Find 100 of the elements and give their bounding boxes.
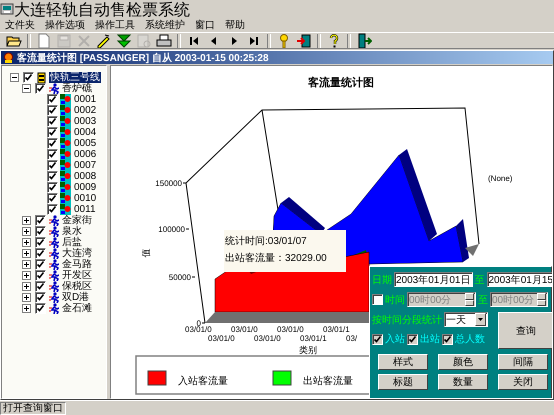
plus-icon[interactable] <box>22 293 31 302</box>
axis-tick-label: 03/01/0 <box>185 325 212 334</box>
menu-item[interactable]: 帮助 <box>221 18 251 32</box>
runner-icon <box>48 270 59 281</box>
tree-item[interactable]: 0001 <box>73 94 98 105</box>
checkbox[interactable] <box>47 160 58 171</box>
tree-item[interactable]: 大连湾 <box>61 248 93 259</box>
checkbox[interactable] <box>442 334 453 344</box>
minus-icon[interactable] <box>10 73 19 82</box>
panel-button[interactable]: 样式 <box>378 354 428 370</box>
tree-item[interactable]: 双D港 <box>61 292 90 303</box>
menu-item[interactable]: 窗口 <box>191 18 221 32</box>
tree-item[interactable]: 保税区 <box>61 281 93 292</box>
checkbox[interactable] <box>35 237 46 248</box>
down-arrow-icon[interactable] <box>116 33 132 48</box>
checkbox[interactable] <box>35 270 46 281</box>
checkbox[interactable] <box>35 215 46 226</box>
panel-button[interactable]: 关闭 <box>498 374 548 390</box>
checkbox[interactable] <box>23 72 34 83</box>
exit-icon[interactable] <box>356 33 372 48</box>
checkbox[interactable] <box>35 303 46 314</box>
tree-item[interactable]: 0009 <box>73 182 98 193</box>
checkbox[interactable] <box>47 94 58 105</box>
checkbox[interactable] <box>47 138 58 149</box>
plus-icon[interactable] <box>22 260 31 269</box>
checkbox[interactable] <box>47 116 58 127</box>
runner-icon <box>48 215 59 226</box>
tree-item[interactable]: 泉水 <box>61 226 83 237</box>
pencil-icon[interactable] <box>96 33 112 48</box>
tree-item[interactable]: 金马路 <box>61 259 93 270</box>
plus-icon[interactable] <box>22 271 31 280</box>
checkbox[interactable] <box>35 292 46 303</box>
checkbox[interactable] <box>47 171 58 182</box>
chart-title: 客流量统计图 <box>308 77 374 89</box>
plus-icon[interactable] <box>22 249 31 258</box>
tree-item[interactable]: 后盐 <box>61 237 83 248</box>
tooltip-text: 统计时间:03/01/07 <box>225 236 307 247</box>
query-button[interactable]: 查询 <box>498 312 552 349</box>
tree-item[interactable]: 0008 <box>73 171 98 182</box>
menu-item[interactable]: 系统维护 <box>141 18 191 32</box>
menu-item[interactable]: 操作工具 <box>91 18 141 32</box>
date-field[interactable]: 2003年01月01日 <box>394 272 472 287</box>
runner-icon <box>48 281 59 292</box>
panel-button[interactable]: 数量 <box>438 374 488 390</box>
printer-icon[interactable] <box>156 33 172 48</box>
checkbox[interactable] <box>35 83 46 94</box>
tree-item[interactable]: 开发区 <box>61 270 93 281</box>
axis-label: 类别 <box>299 345 317 355</box>
axis-tick-label: 0 <box>196 319 201 328</box>
checkbox[interactable] <box>35 281 46 292</box>
checkbox[interactable] <box>35 226 46 237</box>
axis-tick-label: 03/01/1 <box>300 334 327 343</box>
checkbox[interactable] <box>407 334 418 344</box>
caret-icon <box>478 318 483 321</box>
panel-button[interactable]: 标题 <box>378 374 428 390</box>
field-label: 入站 <box>385 332 405 346</box>
tree-item[interactable]: 0004 <box>73 127 98 138</box>
checkbox[interactable] <box>35 259 46 270</box>
tooltip-text: 出站客流量：32029.00 <box>225 253 327 264</box>
plus-icon[interactable] <box>22 216 31 225</box>
plus-icon[interactable] <box>22 227 31 236</box>
tree-item[interactable]: 0003 <box>73 116 98 127</box>
checkbox[interactable] <box>47 149 58 160</box>
tree-item[interactable]: 0007 <box>73 160 98 171</box>
plus-icon[interactable] <box>22 304 31 313</box>
legend-label: 入站客流量 <box>178 376 228 387</box>
plus-icon[interactable] <box>22 282 31 291</box>
device-icon <box>60 149 71 160</box>
plus-icon[interactable] <box>22 238 31 247</box>
menu-item[interactable]: 操作选项 <box>41 18 91 32</box>
tree-item[interactable]: 金石滩 <box>61 303 93 314</box>
tree-item[interactable]: 0006 <box>73 149 98 160</box>
tree-item[interactable]: 金家街 <box>61 215 93 226</box>
axis-tick-label: 03/01/0 <box>208 334 235 343</box>
tree-item[interactable]: 0010 <box>73 193 98 204</box>
checkbox[interactable] <box>47 105 58 116</box>
tree-item[interactable]: 0011 <box>73 204 97 215</box>
checkbox[interactable] <box>372 294 383 305</box>
checkbox[interactable] <box>47 182 58 193</box>
checkbox[interactable] <box>47 204 58 215</box>
menu-item[interactable]: 文件夹 <box>1 18 41 32</box>
tree-item[interactable]: 0005 <box>73 138 98 149</box>
checkbox[interactable] <box>47 127 58 138</box>
legend-label: 出站客流量 <box>303 376 353 387</box>
checkbox[interactable] <box>372 334 383 344</box>
door-arrow-icon[interactable] <box>296 33 312 48</box>
minus-icon[interactable] <box>22 84 31 93</box>
interval-dropdown[interactable]: 一天 <box>444 312 488 327</box>
chart-floor <box>465 244 479 256</box>
runner-icon <box>48 237 59 248</box>
checkbox[interactable] <box>47 193 58 204</box>
panel-button[interactable]: 颜色 <box>438 354 488 370</box>
tree-item[interactable]: 快轨三号线 <box>49 72 101 83</box>
device-icon <box>60 204 71 215</box>
tree-item[interactable]: 0002 <box>73 105 98 116</box>
checkbox[interactable] <box>35 248 46 259</box>
axis-tick-label: 100000 <box>158 225 185 234</box>
app-icon <box>0 2 14 15</box>
panel-button[interactable]: 间隔 <box>498 354 548 370</box>
tree-item[interactable]: 香炉礁 <box>61 83 93 94</box>
